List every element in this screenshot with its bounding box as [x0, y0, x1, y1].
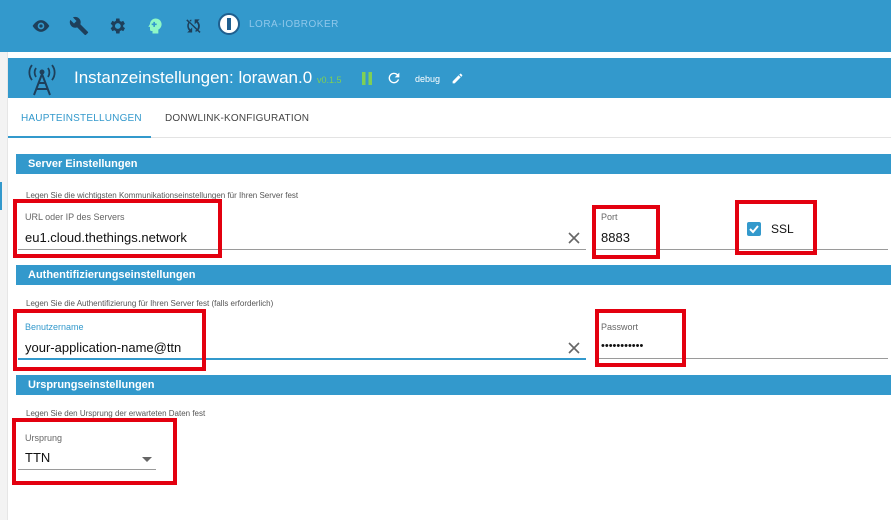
clear-username-icon[interactable]	[567, 341, 581, 355]
top-toolbar: LORA-IOBROKER	[0, 0, 891, 52]
iobroker-logo-icon	[218, 13, 240, 35]
log-level: debug	[415, 74, 441, 84]
annotation-box-origin	[12, 418, 177, 485]
annotation-box-username	[13, 309, 206, 371]
sidebar-active-marker	[0, 182, 2, 210]
section-auth-description: Legen Sie die Authentifizierung für Ihre…	[26, 299, 274, 308]
tab-haupteinstellungen[interactable]: HAUPTEINSTELLUNGEN	[21, 113, 142, 124]
annotation-box-url	[13, 199, 222, 258]
section-server-header: Server Einstellungen	[16, 154, 891, 174]
pause-icon[interactable]	[361, 72, 373, 85]
reload-icon[interactable]	[386, 70, 402, 86]
sync-off-icon[interactable]	[181, 14, 205, 38]
brain-icon[interactable]	[143, 14, 167, 38]
active-tab-indicator	[8, 136, 151, 138]
brand-name: LORA-IOBROKER	[249, 19, 339, 30]
section-origin-description: Legen Sie den Ursprung der erwarteten Da…	[26, 409, 206, 418]
left-sidebar-edge	[0, 52, 8, 520]
annotation-box-password	[595, 309, 686, 367]
annotation-box-ssl	[735, 200, 817, 255]
tab-downlink-konfiguration[interactable]: DONWLINK-KONFIGURATION	[165, 113, 309, 124]
eye-icon[interactable]	[29, 14, 53, 38]
gear-icon[interactable]	[105, 14, 129, 38]
lorawan-antenna-icon	[28, 64, 56, 96]
version-badge: v0.1.5	[317, 75, 342, 85]
annotation-box-port	[592, 205, 660, 259]
section-origin-header: Ursprungseinstellungen	[16, 375, 891, 395]
panel-header: Instanzeinstellungen: lorawan.0 v0.1.5 d…	[8, 58, 891, 98]
page-title: Instanzeinstellungen: lorawan.0	[74, 68, 313, 87]
edit-pencil-icon[interactable]	[451, 72, 464, 85]
section-auth-header: Authentifizierungseinstellungen	[16, 265, 891, 285]
clear-url-icon[interactable]	[567, 231, 581, 245]
tab-bar: HAUPTEINSTELLUNGEN DONWLINK-KONFIGURATIO…	[8, 98, 891, 138]
wrench-icon[interactable]	[67, 14, 91, 38]
